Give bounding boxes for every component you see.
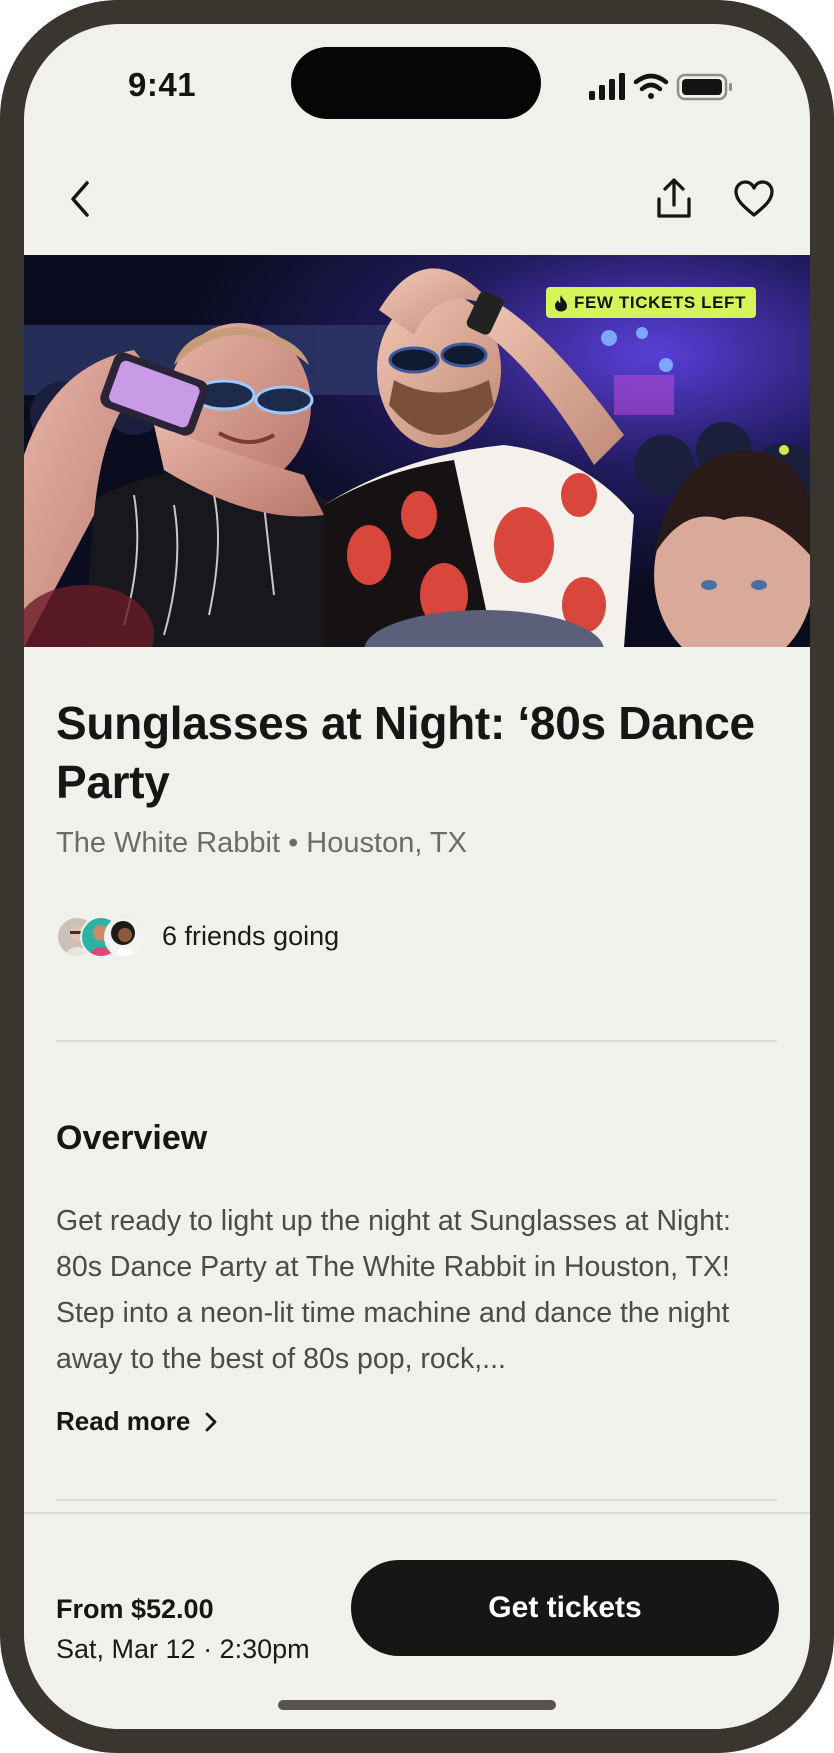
status-time: 9:41 <box>128 66 197 103</box>
few-tickets-badge: FEW TICKETS LEFT <box>546 287 757 318</box>
overview-text: Get ready to light up the night at Sungl… <box>56 1205 731 1375</box>
share-button[interactable] <box>646 171 702 227</box>
status-icons <box>589 73 732 101</box>
wifi-icon <box>633 73 669 99</box>
avatar <box>104 916 146 958</box>
favorite-button[interactable] <box>726 171 782 227</box>
share-icon <box>657 178 691 218</box>
read-more-link[interactable]: Read more <box>56 1406 218 1437</box>
app-screen: 9:41 FEW TICKETS LEFT Sunglasses at Nigh… <box>24 24 810 1729</box>
divider <box>56 1040 777 1042</box>
heart-icon <box>734 180 774 217</box>
friends-going-label: 6 friends going <box>162 920 340 951</box>
back-button[interactable] <box>52 171 108 227</box>
home-indicator[interactable] <box>278 1700 556 1710</box>
ticket-price: From $52.00 <box>56 1594 214 1624</box>
flame-icon <box>555 294 567 311</box>
overview-heading: Overview <box>56 1119 208 1157</box>
dynamic-island <box>291 47 541 119</box>
event-date-time: Sat, Mar 12 · 2:30pm <box>56 1634 310 1664</box>
event-venue-location: The White Rabbit • Houston, TX <box>56 827 467 859</box>
chevron-right-icon <box>205 1412 217 1431</box>
divider <box>56 1499 777 1501</box>
badge-label: FEW TICKETS LEFT <box>574 292 747 312</box>
friends-avatars <box>56 914 146 958</box>
chevron-left-icon <box>71 181 89 217</box>
cellular-signal-icon <box>589 73 625 100</box>
friends-going[interactable]: 6 friends going <box>56 914 339 958</box>
read-more-label: Read more <box>56 1406 191 1436</box>
get-tickets-button[interactable]: Get tickets <box>351 1560 779 1656</box>
battery-icon <box>676 73 732 101</box>
device-frame: 9:41 FEW TICKETS LEFT Sunglasses at Nigh… <box>0 0 834 1753</box>
event-title: Sunglasses at Night: ‘80s Dance Party <box>56 697 755 808</box>
